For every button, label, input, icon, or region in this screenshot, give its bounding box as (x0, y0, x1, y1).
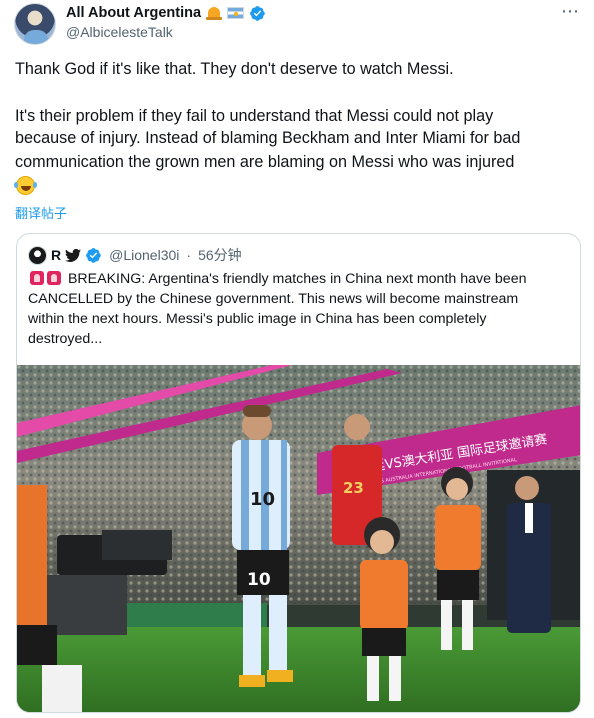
author-handle[interactable]: @AlbicelesteTalk (66, 24, 173, 40)
tweet-text-line-2: It's their problem if they fail to under… (15, 107, 494, 125)
tweet-text-line-3: because of injury. Instead of blaming Be… (15, 129, 521, 147)
laughing-emoji-icon (14, 176, 35, 195)
tweet-text-line-1: Thank God if it's like that. They don't … (15, 60, 454, 78)
argentina-flag-icon (227, 7, 245, 19)
more-options-icon[interactable]: ⋯ (561, 2, 580, 20)
quoted-author-name[interactable]: R (51, 247, 61, 263)
quoted-tweet-header: R @Lionel30i · 56分钟 (28, 245, 242, 265)
quoted-text-line-1: BREAKING: Argentina's friendly matches i… (28, 269, 573, 289)
quoted-text-line-2: CANCELLED by the Chinese government. Thi… (28, 291, 519, 307)
siren-emoji-icon (47, 271, 61, 285)
bell-emoji-icon (206, 6, 223, 20)
quoted-timestamp[interactable]: 56分钟 (198, 245, 242, 265)
quoted-author-handle[interactable]: @Lionel30i (109, 247, 179, 263)
tweet-text-line-4: communication the grown men are blaming … (15, 153, 515, 171)
quoted-verified-badge-icon (86, 247, 101, 263)
quoted-separator: · (186, 247, 192, 263)
stadium-photo[interactable]: 阿根廷VS澳大利亚 国际足球邀请赛 ARGENTINA VS AUSTRALIA… (17, 365, 581, 713)
quoted-text-line-1-content: BREAKING: Argentina's friendly matches i… (67, 271, 527, 287)
author-display-name[interactable]: All About Argentina (66, 5, 201, 21)
author-name-row[interactable]: All About Argentina (66, 4, 266, 22)
quoted-text-line-3: within the next hours. Messi's public im… (28, 311, 487, 327)
quoted-text-line-4: destroyed... (28, 331, 103, 347)
siren-emoji-icon (30, 271, 44, 285)
verified-badge-icon (250, 5, 265, 21)
red-shirt-number: 23 (343, 479, 364, 497)
messi-shirt-number: 10 (250, 489, 275, 510)
quoted-tweet-card[interactable]: R @Lionel30i · 56分钟 BREAKING: Argentina'… (16, 233, 581, 713)
quoted-author-avatar[interactable] (28, 245, 47, 265)
messi-shorts-number: 10 (247, 570, 271, 590)
bird-emoji-icon (65, 248, 82, 262)
author-avatar[interactable] (14, 3, 56, 45)
translate-post-link[interactable]: 翻译帖子 (15, 203, 67, 222)
